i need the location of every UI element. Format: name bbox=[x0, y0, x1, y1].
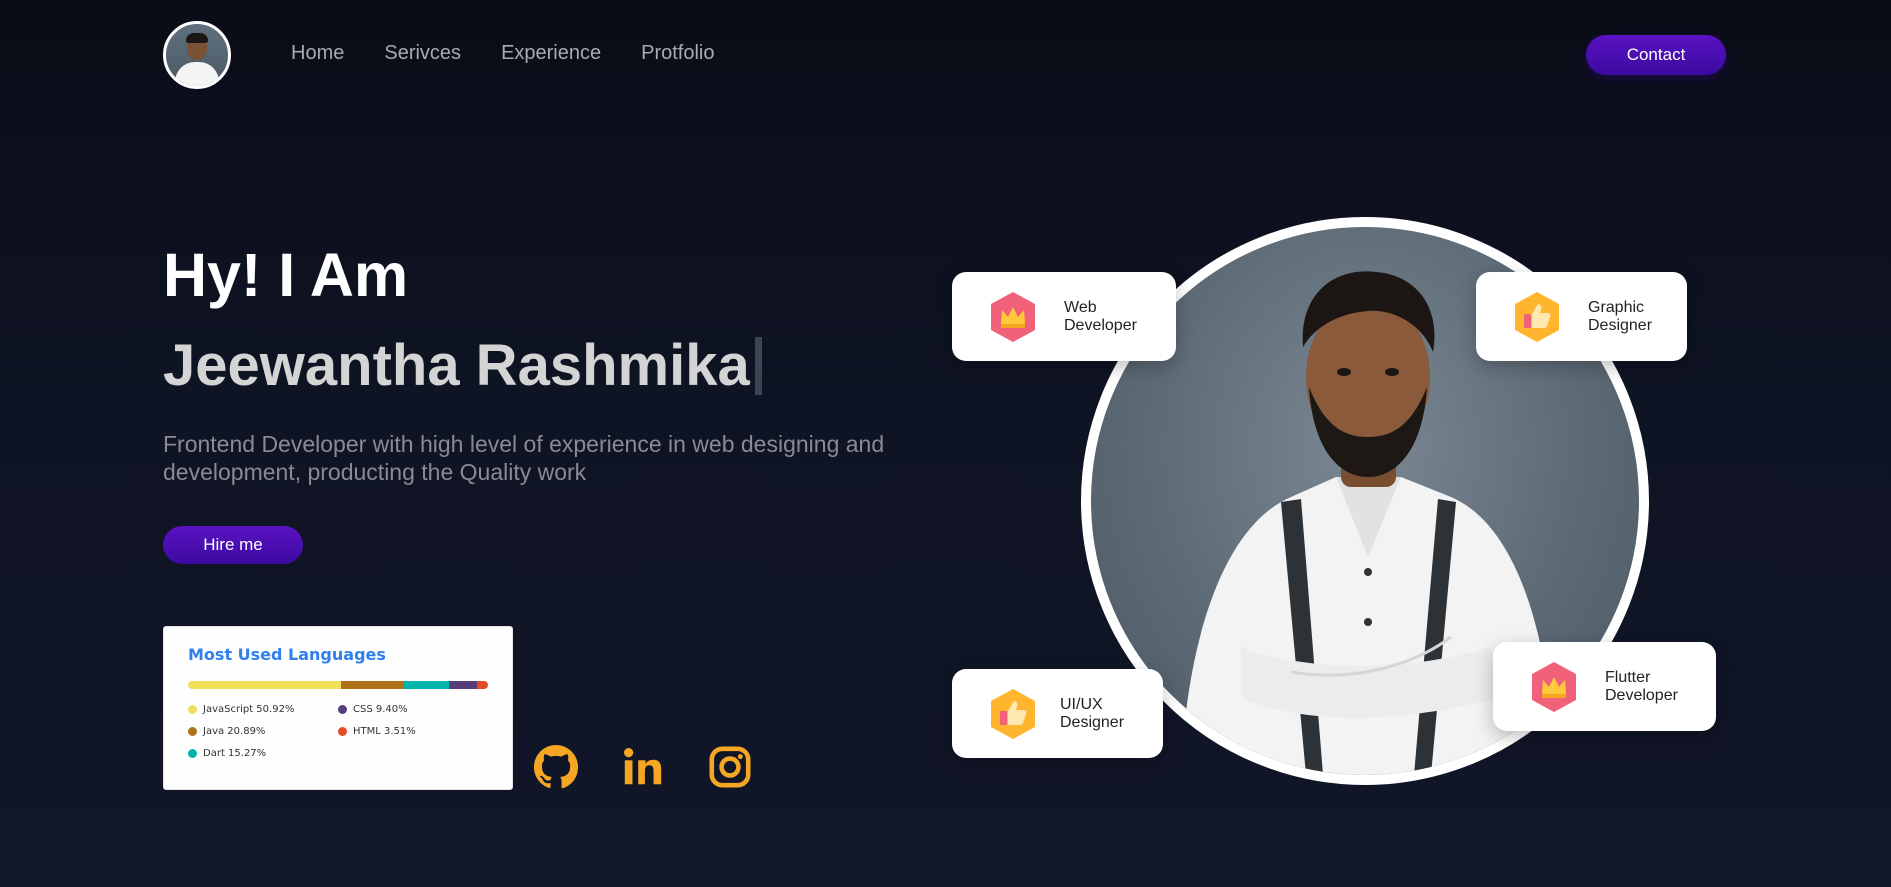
linkedin-link[interactable] bbox=[620, 744, 666, 790]
legend-dot bbox=[188, 705, 197, 714]
avatar-hair bbox=[186, 33, 208, 43]
legend-dot bbox=[188, 727, 197, 736]
legend-dot bbox=[188, 749, 197, 758]
languages-legend-item: CSS 9.40% bbox=[338, 704, 488, 715]
languages-bar-segment bbox=[477, 681, 488, 689]
nav-home[interactable]: Home bbox=[291, 42, 344, 65]
thumbs-up-badge-icon bbox=[988, 687, 1038, 741]
skill-card-web-developer: Web Developer bbox=[952, 272, 1176, 361]
legend-label: Dart 15.27% bbox=[203, 748, 267, 759]
github-link[interactable] bbox=[533, 744, 579, 790]
legend-label: JavaScript 50.92% bbox=[203, 704, 295, 715]
thumbs-up-badge-icon bbox=[1512, 290, 1562, 344]
languages-bar-segment bbox=[403, 681, 450, 689]
languages-bar bbox=[188, 681, 488, 689]
crown-badge-icon bbox=[1529, 660, 1579, 714]
languages-bar-segment bbox=[449, 681, 478, 689]
skill-card-graphic-designer: Graphic Designer bbox=[1476, 272, 1687, 361]
github-icon bbox=[533, 744, 579, 789]
languages-legend-item: JavaScript 50.92% bbox=[188, 704, 338, 715]
skill-label-graphic-designer: Graphic Designer bbox=[1588, 298, 1653, 334]
instagram-icon bbox=[709, 746, 751, 788]
skill-label-uiux-designer: UI/UX Designer bbox=[1060, 695, 1125, 731]
most-used-languages-card: Most Used Languages JavaScript 50.92% CSS… bbox=[163, 626, 513, 790]
avatar-body bbox=[175, 62, 219, 86]
crown-badge-icon bbox=[988, 290, 1038, 344]
nav-portfolio[interactable]: Protfolio bbox=[641, 42, 714, 65]
hero-name: Jeewantha Rashmika bbox=[163, 333, 750, 398]
skill-label-flutter-developer: Flutter Developer bbox=[1605, 668, 1678, 704]
avatar[interactable] bbox=[163, 21, 231, 89]
legend-label: Java 20.89% bbox=[203, 726, 266, 737]
nav-experience[interactable]: Experience bbox=[501, 42, 601, 65]
typing-cursor bbox=[754, 336, 762, 395]
languages-title: Most Used Languages bbox=[188, 645, 386, 664]
languages-bar-segment bbox=[188, 681, 341, 689]
hero-name-wrap: Jeewantha Rashmika bbox=[163, 332, 762, 399]
skill-card-uiux-designer: UI/UX Designer bbox=[952, 669, 1163, 758]
contact-button[interactable]: Contact bbox=[1586, 35, 1726, 75]
skill-label-web-developer: Web Developer bbox=[1064, 298, 1137, 334]
languages-legend: JavaScript 50.92% CSS 9.40% Java 20.89% HTM… bbox=[188, 704, 488, 759]
languages-legend-item: Dart 15.27% bbox=[188, 748, 338, 759]
instagram-link[interactable] bbox=[707, 744, 753, 790]
languages-legend-item: Java 20.89% bbox=[188, 726, 338, 737]
legend-label: HTML 3.51% bbox=[353, 726, 416, 737]
main-nav: Home Serivces Experience Protfolio bbox=[291, 42, 715, 65]
hero-greeting: Hy! I Am bbox=[163, 241, 409, 309]
hire-me-button[interactable]: Hire me bbox=[163, 526, 303, 564]
legend-dot bbox=[338, 727, 347, 736]
languages-bar-segment bbox=[340, 681, 404, 689]
linkedin-icon bbox=[624, 748, 662, 785]
hero-tagline: Frontend Developer with high level of ex… bbox=[163, 431, 885, 485]
languages-legend-item: HTML 3.51% bbox=[338, 726, 488, 737]
nav-services[interactable]: Serivces bbox=[384, 42, 461, 65]
skill-card-flutter-developer: Flutter Developer bbox=[1493, 642, 1716, 731]
legend-dot bbox=[338, 705, 347, 714]
legend-label: CSS 9.40% bbox=[353, 704, 408, 715]
